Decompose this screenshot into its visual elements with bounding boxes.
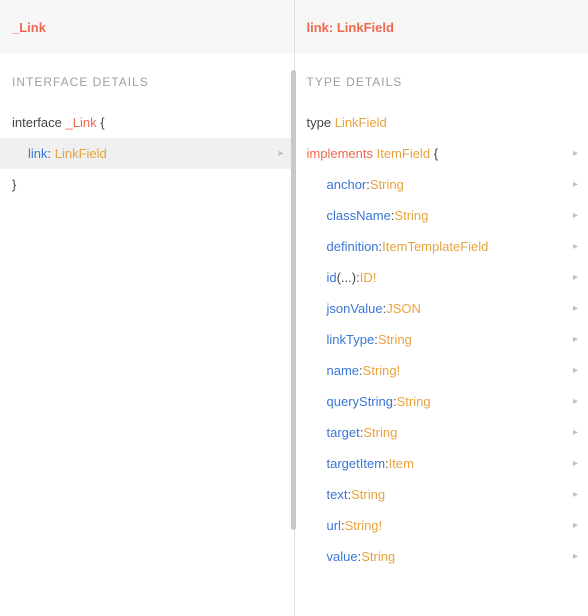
interface-header: _Link: [0, 0, 294, 53]
field-type: String: [378, 332, 412, 347]
schema-explorer: _Link INTERFACE DETAILS interface _Link …: [0, 0, 588, 616]
interface-field-link[interactable]: link : LinkField ▸: [0, 138, 294, 169]
type-section-title: TYPE DETAILS: [295, 53, 588, 103]
chevron-right-icon: ▸: [278, 148, 283, 159]
field-type: String!: [345, 518, 383, 533]
type-name: LinkField: [335, 115, 387, 130]
chevron-right-icon: ▸: [573, 551, 578, 562]
implements-line[interactable]: implements ItemField { ▸: [295, 138, 588, 169]
field-type: LinkField: [55, 146, 107, 161]
brace-close-line: }: [0, 169, 294, 200]
field-name: className: [327, 208, 391, 223]
field-type: String: [361, 549, 395, 564]
type-field-definition[interactable]: definition: ItemTemplateField▸: [295, 231, 588, 262]
type-declaration: type LinkField: [295, 107, 588, 138]
chevron-right-icon: ▸: [573, 241, 578, 252]
chevron-right-icon: ▸: [573, 365, 578, 376]
type-field-text[interactable]: text: String▸: [295, 479, 588, 510]
type-field-value[interactable]: value: String▸: [295, 541, 588, 572]
header-field-name: link: [307, 20, 329, 35]
field-type: String: [394, 208, 428, 223]
field-name: targetItem: [327, 456, 386, 471]
field-name: link: [28, 146, 48, 161]
field-type: String!: [363, 363, 401, 378]
field-args: (...): [337, 270, 357, 285]
chevron-right-icon: ▸: [573, 148, 578, 159]
type-body: type LinkField implements ItemField { ▸ …: [295, 103, 588, 584]
type-field-targetItem[interactable]: targetItem: Item▸: [295, 448, 588, 479]
type-field-target[interactable]: target: String▸: [295, 417, 588, 448]
field-name: text: [327, 487, 348, 502]
interface-name: _Link: [66, 115, 97, 130]
chevron-right-icon: ▸: [573, 520, 578, 531]
type-panel: link: LinkField TYPE DETAILS type LinkFi…: [295, 0, 588, 616]
field-type: JSON: [386, 301, 421, 316]
chevron-right-icon: ▸: [573, 210, 578, 221]
header-type-name: LinkField: [337, 20, 394, 35]
type-header: link: LinkField: [295, 0, 588, 53]
chevron-right-icon: ▸: [573, 427, 578, 438]
type-field-name[interactable]: name: String!▸: [295, 355, 588, 386]
field-type: String: [397, 394, 431, 409]
type-field-anchor[interactable]: anchor: String▸: [295, 169, 588, 200]
field-colon: :: [48, 146, 55, 161]
keyword-implements: implements: [307, 146, 373, 161]
chevron-right-icon: ▸: [573, 334, 578, 345]
chevron-right-icon: ▸: [573, 303, 578, 314]
chevron-right-icon: ▸: [573, 489, 578, 500]
interface-body: interface _Link { link : LinkField ▸ }: [0, 103, 294, 212]
type-field-id[interactable]: id(...): ID!▸: [295, 262, 588, 293]
type-field-url[interactable]: url: String!▸: [295, 510, 588, 541]
field-name: queryString: [327, 394, 393, 409]
field-type: ItemTemplateField: [382, 239, 488, 254]
brace-open: {: [434, 146, 438, 161]
field-type: String: [351, 487, 385, 502]
interface-panel: _Link INTERFACE DETAILS interface _Link …: [0, 0, 295, 616]
field-name: definition: [327, 239, 379, 254]
type-field-jsonValue[interactable]: jsonValue: JSON▸: [295, 293, 588, 324]
interface-title: _Link: [12, 20, 46, 35]
interface-section-title: INTERFACE DETAILS: [0, 53, 294, 103]
interface-declaration: interface _Link {: [0, 107, 294, 138]
implements-name: ItemField: [377, 146, 430, 161]
type-field-className[interactable]: className: String▸: [295, 200, 588, 231]
chevron-right-icon: ▸: [573, 179, 578, 190]
type-field-linkType[interactable]: linkType: String▸: [295, 324, 588, 355]
field-name: url: [327, 518, 341, 533]
field-name: linkType: [327, 332, 375, 347]
field-name: name: [327, 363, 360, 378]
field-name: value: [327, 549, 358, 564]
keyword-type: type: [307, 115, 332, 130]
field-type: String: [370, 177, 404, 192]
field-name: target: [327, 425, 360, 440]
field-type: Item: [389, 456, 414, 471]
brace-close: }: [12, 177, 16, 192]
field-name: id: [327, 270, 337, 285]
field-type: ID!: [360, 270, 377, 285]
field-name: anchor: [327, 177, 367, 192]
chevron-right-icon: ▸: [573, 272, 578, 283]
keyword-interface: interface: [12, 115, 62, 130]
field-type: String: [363, 425, 397, 440]
type-field-queryString[interactable]: queryString: String▸: [295, 386, 588, 417]
chevron-right-icon: ▸: [573, 458, 578, 469]
brace-open: {: [100, 115, 104, 130]
header-sep: :: [329, 20, 337, 35]
field-name: jsonValue: [327, 301, 383, 316]
chevron-right-icon: ▸: [573, 396, 578, 407]
